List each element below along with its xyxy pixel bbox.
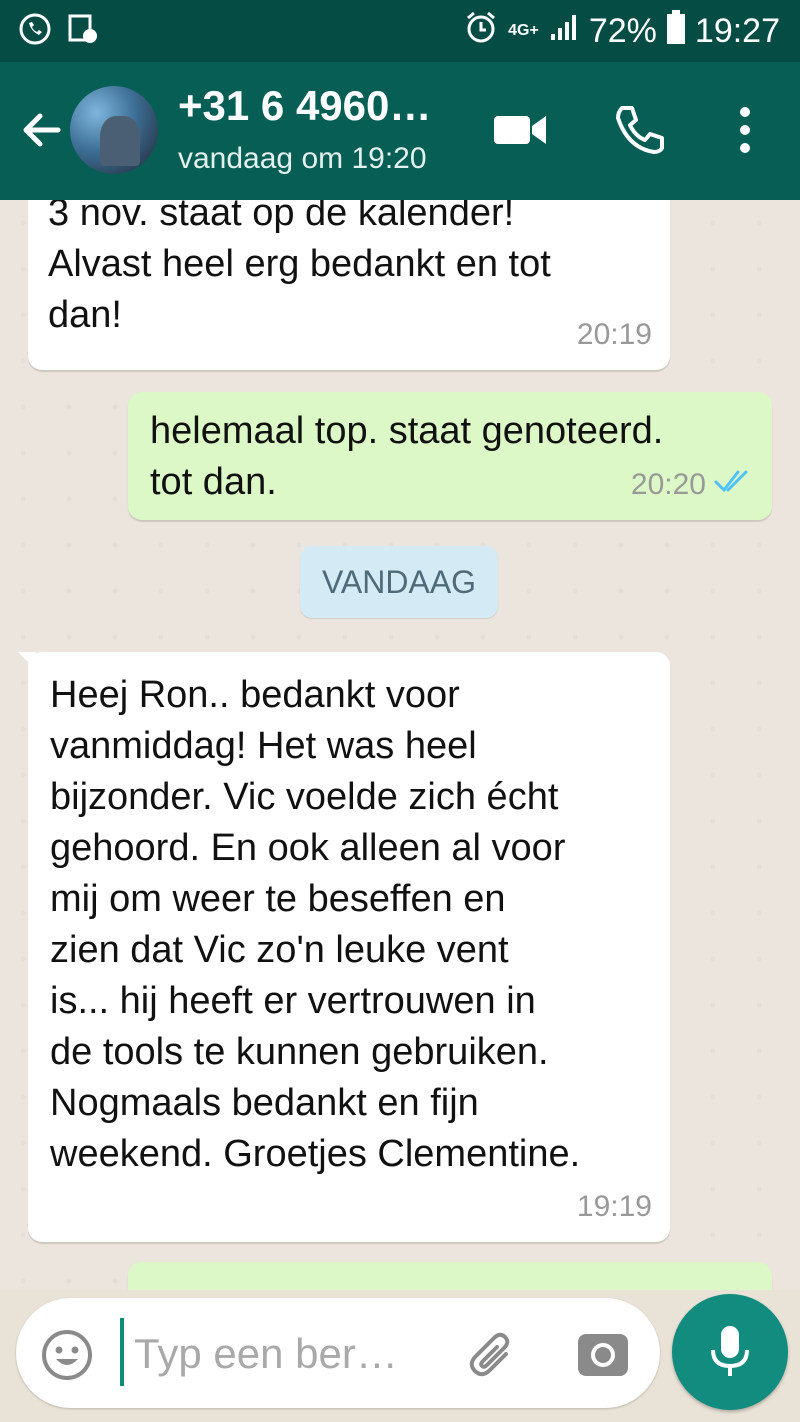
read-ticks-icon bbox=[714, 459, 754, 510]
message-text: 3 nov. staat op de kalender! Alvast heel… bbox=[48, 200, 551, 336]
status-bar: 4G+ 72% 19:27 bbox=[0, 0, 800, 62]
message-input[interactable] bbox=[132, 1320, 456, 1388]
contact-name[interactable]: +31 6 4960… bbox=[178, 82, 431, 130]
battery-percent: 72% bbox=[588, 11, 657, 50]
message-time: 20:19 bbox=[576, 318, 652, 351]
message-outgoing-partial[interactable] bbox=[128, 1262, 772, 1290]
emoji-icon[interactable] bbox=[40, 1328, 94, 1387]
clock: 19:27 bbox=[694, 11, 780, 50]
chat-header: +31 6 4960… vandaag om 19:20 bbox=[0, 62, 800, 200]
message-text: Heej Ron.. bedankt voor vanmiddag! Het w… bbox=[50, 674, 581, 1175]
message-incoming[interactable]: Heej Ron.. bedankt voor vanmiddag! Het w… bbox=[18, 652, 670, 1242]
message-composer bbox=[16, 1298, 660, 1408]
signal-icon bbox=[549, 12, 579, 51]
text-cursor bbox=[120, 1318, 124, 1386]
back-arrow-icon[interactable] bbox=[18, 106, 66, 154]
message-time: 19:19 bbox=[576, 1190, 652, 1223]
message-outgoing[interactable]: helemaal top. staat genoteerd. tot dan. … bbox=[128, 392, 772, 520]
last-seen-status: vandaag om 19:20 bbox=[178, 142, 427, 175]
gallery-notification-icon bbox=[66, 12, 100, 51]
message-list[interactable]: 3 nov. staat op de kalender! Alvast heel… bbox=[0, 200, 800, 1290]
message-time: 20:20 bbox=[631, 459, 754, 510]
mic-icon bbox=[711, 1326, 749, 1376]
more-vert-icon[interactable] bbox=[728, 102, 762, 163]
battery-icon bbox=[666, 9, 685, 53]
avatar[interactable] bbox=[70, 86, 158, 174]
whatsapp-notification-icon bbox=[18, 12, 52, 51]
attach-icon[interactable] bbox=[466, 1328, 520, 1387]
network-type: 4G+ bbox=[508, 22, 539, 39]
alarm-icon bbox=[464, 10, 498, 53]
bubble-tail bbox=[18, 652, 36, 670]
mic-button[interactable] bbox=[672, 1294, 788, 1410]
video-call-icon[interactable] bbox=[492, 102, 548, 163]
date-divider: VANDAAG bbox=[300, 546, 498, 618]
phone-icon[interactable] bbox=[612, 102, 668, 163]
message-incoming[interactable]: 3 nov. staat op de kalender! Alvast heel… bbox=[28, 200, 670, 370]
camera-icon[interactable] bbox=[576, 1328, 630, 1387]
